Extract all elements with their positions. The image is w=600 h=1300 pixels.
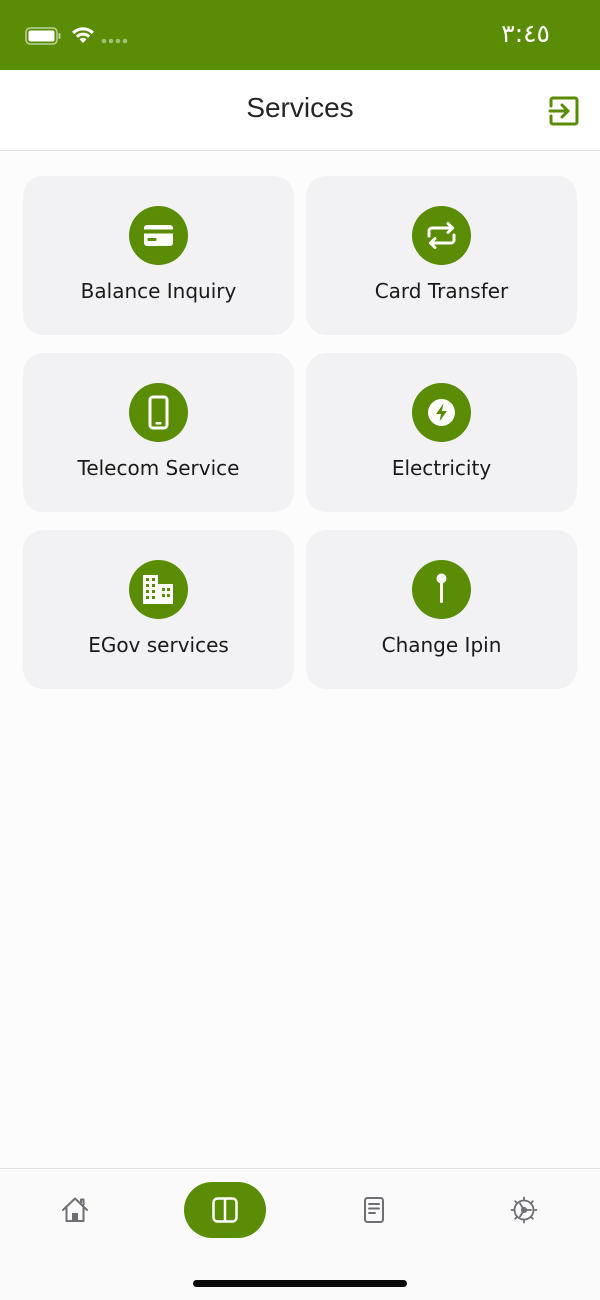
tab-services[interactable] bbox=[184, 1182, 266, 1238]
battery-icon bbox=[25, 27, 61, 45]
service-label: Card Transfer bbox=[374, 279, 509, 303]
lightning-bolt-icon bbox=[412, 383, 471, 442]
service-label: Change Ipin bbox=[381, 633, 502, 657]
service-card-telecom-service[interactable]: Telecom Service bbox=[23, 353, 294, 512]
document-icon bbox=[364, 1197, 384, 1223]
service-card-card-transfer[interactable]: Card Transfer bbox=[306, 176, 577, 335]
tab-bar bbox=[0, 1168, 600, 1300]
service-card-balance-inquiry[interactable]: Balance Inquiry bbox=[23, 176, 294, 335]
pin-icon bbox=[412, 560, 471, 619]
cellular-signal-icon bbox=[101, 38, 128, 44]
home-icon bbox=[62, 1197, 88, 1222]
status-time: ٣:٤٥ bbox=[501, 19, 550, 48]
building-icon bbox=[129, 560, 188, 619]
logout-icon[interactable] bbox=[548, 95, 580, 127]
transfer-arrows-icon bbox=[412, 206, 471, 265]
credit-card-icon bbox=[129, 206, 188, 265]
tab-settings[interactable] bbox=[484, 1182, 564, 1238]
service-card-egov-services[interactable]: EGov services bbox=[23, 530, 294, 689]
service-label: Balance Inquiry bbox=[80, 279, 237, 303]
navigation-bar: Services bbox=[0, 70, 600, 151]
status-bar: ٣:٤٥ bbox=[0, 0, 600, 70]
page-title: Services bbox=[246, 92, 354, 123]
service-card-change-ipin[interactable]: Change Ipin bbox=[306, 530, 577, 689]
service-label: Electricity bbox=[391, 456, 492, 480]
service-label: Telecom Service bbox=[77, 456, 240, 480]
settings-icon bbox=[510, 1196, 538, 1224]
service-card-electricity[interactable]: Electricity bbox=[306, 353, 577, 512]
mobile-phone-icon bbox=[129, 383, 188, 442]
home-indicator bbox=[193, 1280, 407, 1287]
services-grid-icon bbox=[212, 1197, 238, 1223]
wifi-icon bbox=[72, 27, 94, 43]
tab-documents[interactable] bbox=[334, 1182, 414, 1238]
tab-home[interactable] bbox=[35, 1182, 115, 1238]
service-label: EGov services bbox=[88, 633, 229, 657]
